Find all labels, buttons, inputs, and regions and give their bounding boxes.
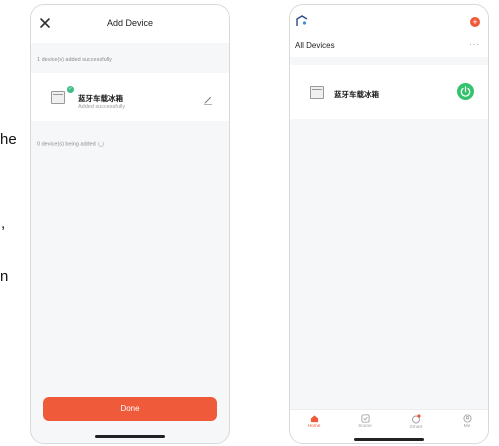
adding-count-text: 0 device(s) being added xyxy=(37,141,104,147)
home-screen: + All Devices ··· 蓝牙车载冰箱 Home Scene Smar… xyxy=(289,4,489,444)
edit-icon[interactable] xyxy=(203,95,213,105)
tab-label: Home xyxy=(307,424,321,429)
home-logo-icon[interactable] xyxy=(296,15,308,27)
tab-label: Scene xyxy=(358,424,372,429)
device-name: 蓝牙车载冰箱 xyxy=(334,90,379,99)
home-icon xyxy=(310,415,318,423)
scene-icon xyxy=(360,414,370,423)
background-text: he , n xyxy=(0,0,30,446)
more-icon[interactable]: ··· xyxy=(469,40,480,49)
tab-bar: Home Scene Smart Me xyxy=(290,409,488,443)
tab-home[interactable]: Home xyxy=(294,414,334,429)
tab-me[interactable]: Me xyxy=(447,414,487,429)
add-device-icon[interactable]: + xyxy=(470,17,480,27)
me-icon xyxy=(462,414,472,423)
device-thumbnail xyxy=(310,86,324,99)
device-card[interactable]: 蓝牙车载冰箱 xyxy=(290,65,488,119)
check-icon: ✓ xyxy=(66,85,75,94)
page-title: Add Device xyxy=(106,18,154,28)
background-text-fragment: he xyxy=(0,131,17,148)
device-status: Added successfully xyxy=(78,104,126,110)
loading-spinner-icon xyxy=(97,141,104,147)
background-text-fragment: n xyxy=(0,268,9,285)
tab-scene[interactable]: Scene xyxy=(345,414,385,429)
power-icon xyxy=(460,86,471,97)
add-device-screen: Add Device 1 device(s) added successfull… xyxy=(30,4,230,444)
power-button[interactable] xyxy=(457,83,474,100)
all-devices-title: All Devices xyxy=(295,41,335,50)
tab-label: Smart xyxy=(409,425,423,430)
tab-smart[interactable]: Smart xyxy=(396,414,436,430)
adding-count-label: 0 device(s) being added xyxy=(37,141,96,148)
home-indicator xyxy=(95,435,165,438)
device-card: ✓ 蓝牙车载冰箱 Added successfully xyxy=(31,73,229,121)
device-thumbnail xyxy=(51,91,65,104)
home-indicator xyxy=(354,438,424,441)
top-bar: Add Device xyxy=(31,5,229,43)
background-text-fragment: , xyxy=(1,215,6,232)
tab-label: Me xyxy=(463,424,471,429)
device-name: 蓝牙车载冰箱 xyxy=(78,94,123,103)
added-count-text: 1 device(s) added successfully xyxy=(37,57,112,63)
done-button[interactable]: Done xyxy=(43,397,217,421)
smart-icon xyxy=(412,414,421,424)
home-header: + All Devices ··· xyxy=(290,5,488,57)
